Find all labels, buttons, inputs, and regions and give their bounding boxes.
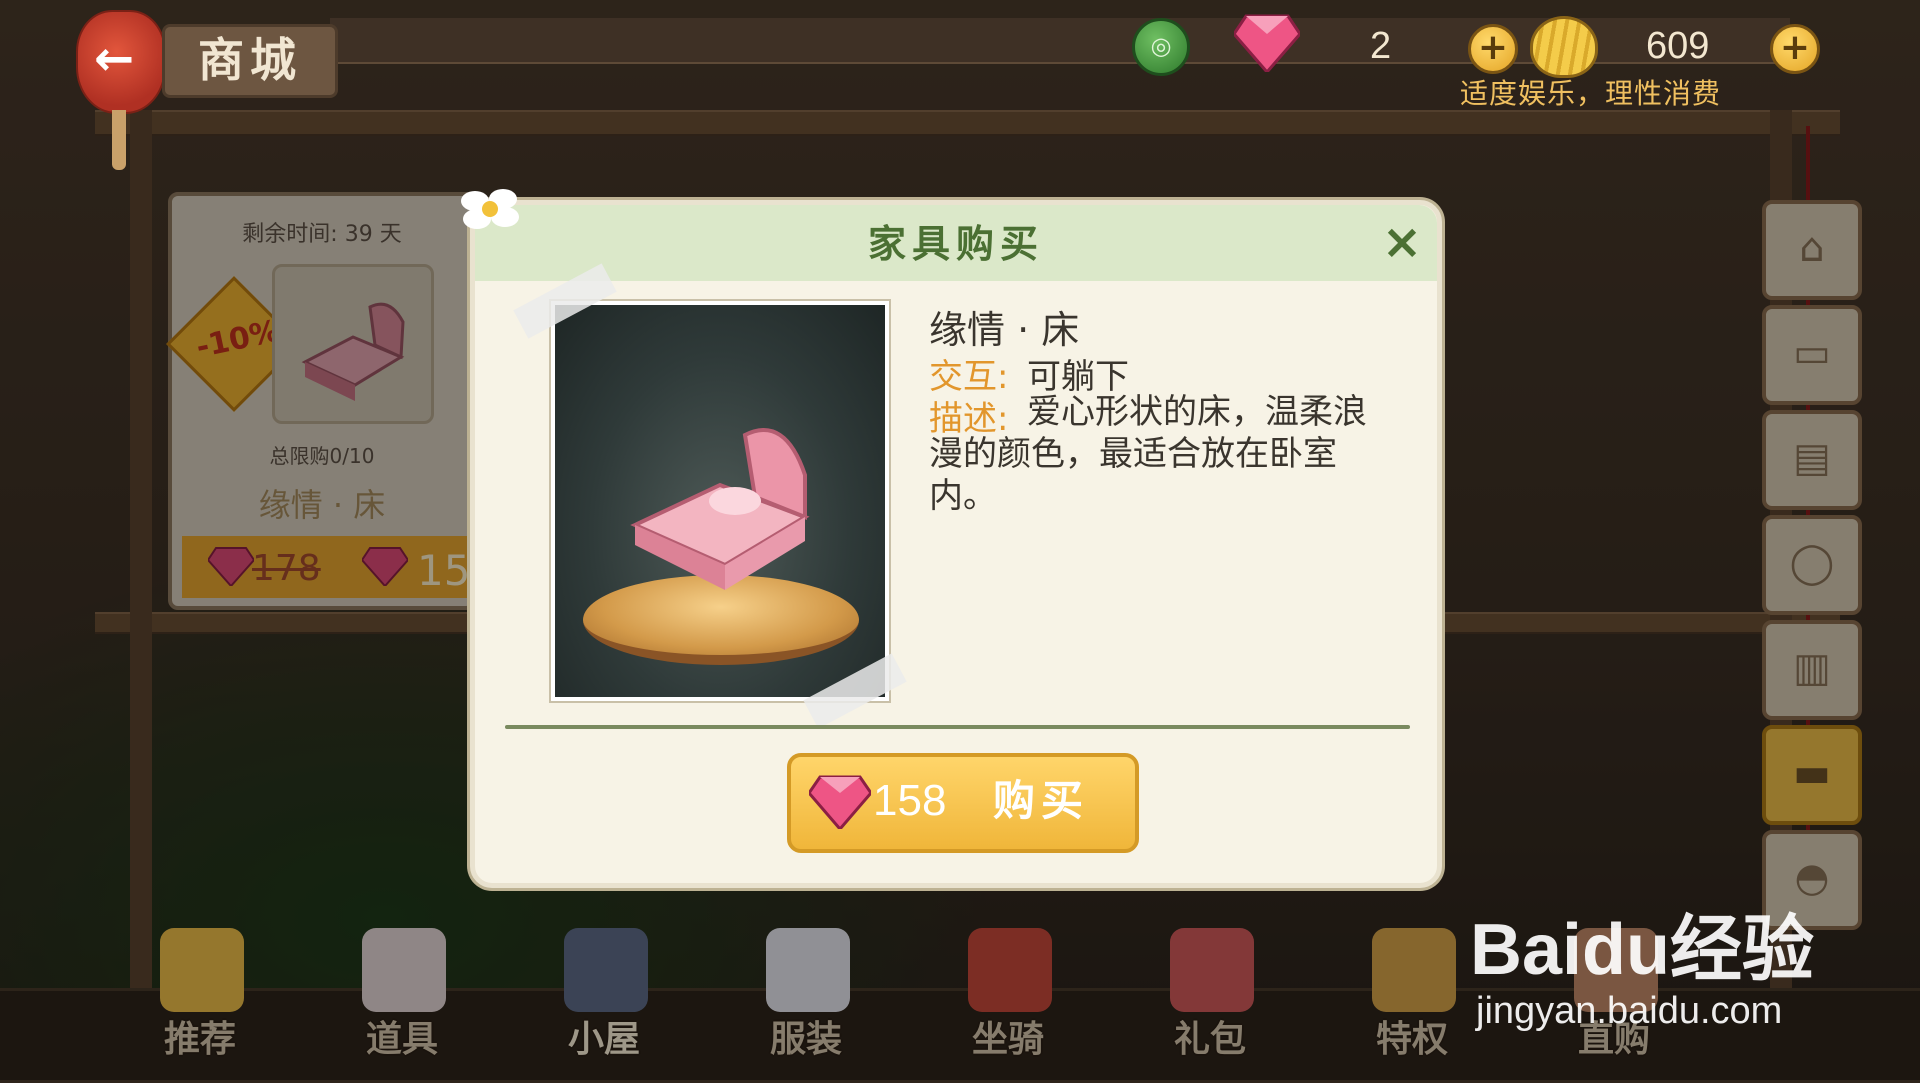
watermark-url: jingyan.baidu.com [1476,990,1783,1032]
item-preview [551,301,889,701]
buy-label: 购买 [993,776,1090,825]
purchase-dialog: 家具购买 × 缘情 · 床 交互: 可躺下 描述: 爱心形状的床，温柔浪漫的颜色… [461,189,1442,888]
voice-icon[interactable]: ◎ [1132,18,1190,76]
lantern-tassel [112,110,126,170]
baidu-watermark: Baidu经验 jingyan.baidu.com [1470,880,1890,1040]
arrow-left-icon: ← [94,31,135,87]
add-coins-button[interactable]: + [1770,24,1820,74]
bed-icon [630,428,810,590]
item-name: 缘情 · 床 [929,308,1080,352]
page-title: 商城 [162,24,338,98]
dialog-title: 家具购买 [867,222,1044,266]
shell-coin-icon [1530,16,1598,78]
divider [505,725,1410,729]
buy-price: 158 [873,776,947,825]
buy-button[interactable]: 158 购买 [787,753,1139,853]
notice-text: 适度娱乐，理性消费 [1460,77,1722,110]
gem-icon [809,775,871,829]
back-button[interactable]: ← [76,10,166,114]
close-icon: × [1381,214,1423,270]
add-gems-button[interactable]: + [1468,24,1518,74]
item-description: 爱心形状的床，温柔浪漫的颜色，最适合放在卧室内。 [929,392,1367,516]
watermark-brand: Baidu经验 [1470,910,1815,990]
coin-count: 609 [1646,25,1710,67]
close-button[interactable]: × [1379,218,1425,266]
gem-count: 2 [1370,25,1392,67]
gem-icon [1234,14,1300,72]
top-bar: ← 商城 ◎ 2 + 609 + 适度娱乐，理性消费 [0,0,1920,170]
